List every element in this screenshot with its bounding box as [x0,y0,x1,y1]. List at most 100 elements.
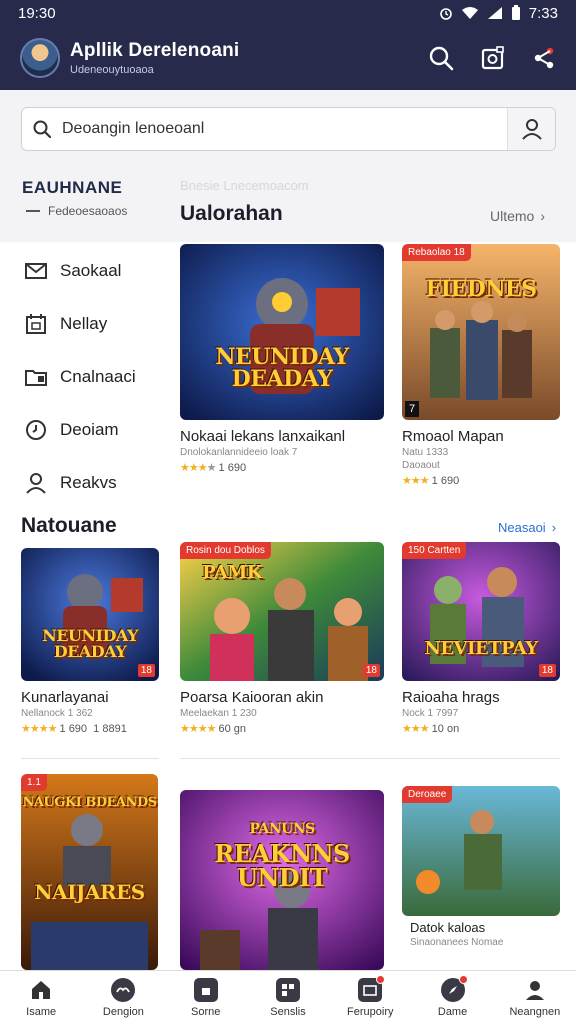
card-meta: Sinaonanees Nomae [410,937,504,948]
divider [21,758,159,759]
notification-dot [376,974,386,984]
featured-card-1[interactable]: NEUNIDAY DEADAY Nokaai lekans lanxaikanl… [180,244,384,474]
card-thumbnail: 150 Cartten NEVIETPAY 18 [402,542,560,681]
sidebar-subheading: Fedeoesaoaos [26,204,127,218]
rating-stars: ★★★★ [180,462,216,474]
nav-item-profile[interactable]: Neangnen [494,971,576,1024]
card-meta: Nock 1 7997 [402,708,459,719]
signal-icon [487,7,502,19]
rating-stars: ★★★★ [180,723,216,735]
battery-icon [511,5,520,20]
card-badge: 1.1 [21,774,47,791]
card-art-text: PAMK [202,562,262,583]
card-art-text: NEVIETPAY [424,638,538,659]
section3-card-1[interactable]: 1.1 NAUGKI BDEANDS NAIJARES [21,774,158,970]
user-search-icon [521,119,542,140]
sidebar-item-deoiam[interactable]: Deoiam [24,403,174,456]
card-thumbnail: Deroaee [402,786,560,916]
card-title: Kunarlayanai [21,689,109,706]
featured-see-all-link[interactable]: Ultemo › [490,208,545,224]
card-title: Raioaha hrags [402,689,500,706]
nav-item-games[interactable]: Dengion [82,971,164,1024]
search-user-button[interactable] [507,108,555,150]
card-thumbnail: 1.1 NAUGKI BDEANDS NAIJARES [21,774,158,970]
sidebar-heading: EAUHNANE [22,178,123,197]
card-title: Poarsa Kaiooran akin [180,689,324,706]
card-title: Rmoaol Mapan [402,428,504,445]
age-rating-badge: 18 [137,664,155,677]
library-icon [358,974,386,1002]
card-art-text: NEUNIDAY DEADAY [42,626,138,661]
chevron-right-icon: › [551,520,557,535]
card-meta: Dnolokanlannideeio loak 7 [180,447,298,458]
status-time-right: 7:33 [528,4,558,22]
app-subtitle: Udeneouytuoaoa [70,64,154,76]
status-time-left: 19:30 [18,4,56,22]
age-rating-badge: 18 [362,664,380,677]
nav-item-store[interactable]: Sorne [165,971,247,1024]
sidebar-item-label: Cnalnaaci [60,366,136,386]
card-thumbnail: PANUNS REAKNNS UNDIT [180,790,384,970]
sidebar-item-label: Deoiam [60,419,119,439]
featured-card-2[interactable]: Rebaolao 18 FIEDNES 7 Rmoaol Mapan Natu … [402,244,560,487]
store-icon [193,977,218,1002]
rating-stars: ★★★★ [21,723,57,735]
profile-icon [523,978,547,1002]
card-rating: ★★★★ 1 690 1 8891 [21,723,127,735]
share-icon[interactable] [532,46,556,70]
sidebar: Saokaal Nellay Cnalnaaci Deoiam Reakvs [24,244,174,509]
sidebar-item-label: Reakvs [60,472,117,492]
calendar-icon [26,313,46,334]
app-title: Apllik Derelenoani [70,40,240,61]
rating-stars: ★★★ [402,723,430,735]
card-meta: Nellanock 1 362 [21,708,93,719]
card-badge: Deroaee [402,786,453,803]
chevron-right-icon: › [540,208,546,224]
section2-card-2[interactable]: Rosin dou Doblos PAMK 18 Poarsa Kaiooran… [180,542,384,735]
featured-title: Ualorahan [180,202,283,225]
clock-icon [26,419,46,440]
nav-item-grid[interactable]: Senslis [247,971,329,1024]
search-box[interactable] [21,107,556,151]
section3-card-3[interactable]: Deroaee Datok kaloas Sinaonanees Nomae [402,786,560,948]
section2-card-3[interactable]: 150 Cartten NEVIETPAY 18 Raioaha hrags N… [402,542,560,735]
section2-card-1[interactable]: NEUNIDAY DEADAY 18 Kunarlayanai Nellanoc… [21,548,159,735]
card-thumbnail: NEUNIDAY DEADAY [180,244,384,420]
card-rating: ★★★★ 60 gn [180,723,247,735]
card-art-text-top: PANUNS [249,821,315,837]
card-thumbnail: NEUNIDAY DEADAY 18 [21,548,159,681]
nav-item-home[interactable]: Isame [0,971,82,1024]
card-badge: 150 Cartten [402,542,467,559]
search-icon[interactable] [428,45,454,71]
card-thumbnail: Rosin dou Doblos PAMK 18 [180,542,384,681]
sidebar-item-nellay[interactable]: Nellay [24,297,174,350]
sidebar-item-saokaal[interactable]: Saokaal [24,244,174,297]
card-rating: ★★★ 10 on [402,723,460,735]
camera-icon[interactable] [480,45,506,71]
card-title: Nokaai lekans lanxaikanl [180,428,346,445]
gamepad-icon [111,977,136,1002]
sidebar-item-reakvs[interactable]: Reakvs [24,456,174,509]
mail-icon [25,262,47,279]
search-input[interactable] [62,120,507,138]
card-meta: Natu 1333 [402,447,449,458]
status-bar: 19:30 7:33 [0,0,576,26]
avatar[interactable] [20,38,60,78]
notification-dot [458,974,468,984]
section2-see-all-link[interactable]: Neasaoi › [498,520,556,535]
app-header: Apllik Derelenoani Udeneouytuoaoa [0,26,576,90]
sidebar-item-label: Nellay [60,313,108,333]
card-art-text: FIEDNES [425,276,537,302]
age-rating-badge: 7 [405,401,420,417]
nav-item-library[interactable]: Ferupoiry [329,971,411,1024]
card-art-text: NAIJARES [34,880,145,904]
sidebar-item-cnalnaaci[interactable]: Cnalnaaci [24,350,174,403]
alarm-icon [439,8,452,20]
card-meta: Meelaekan 1 230 [180,708,257,719]
card-badge: Rebaolao 18 [402,244,471,261]
search-icon [33,120,52,139]
nav-item-compass[interactable]: Dame [411,971,493,1024]
folder-icon [25,369,47,386]
section3-card-2[interactable]: PANUNS REAKNNS UNDIT [180,790,384,970]
faint-heading: Bnesie Lnecemoacom [180,178,309,193]
